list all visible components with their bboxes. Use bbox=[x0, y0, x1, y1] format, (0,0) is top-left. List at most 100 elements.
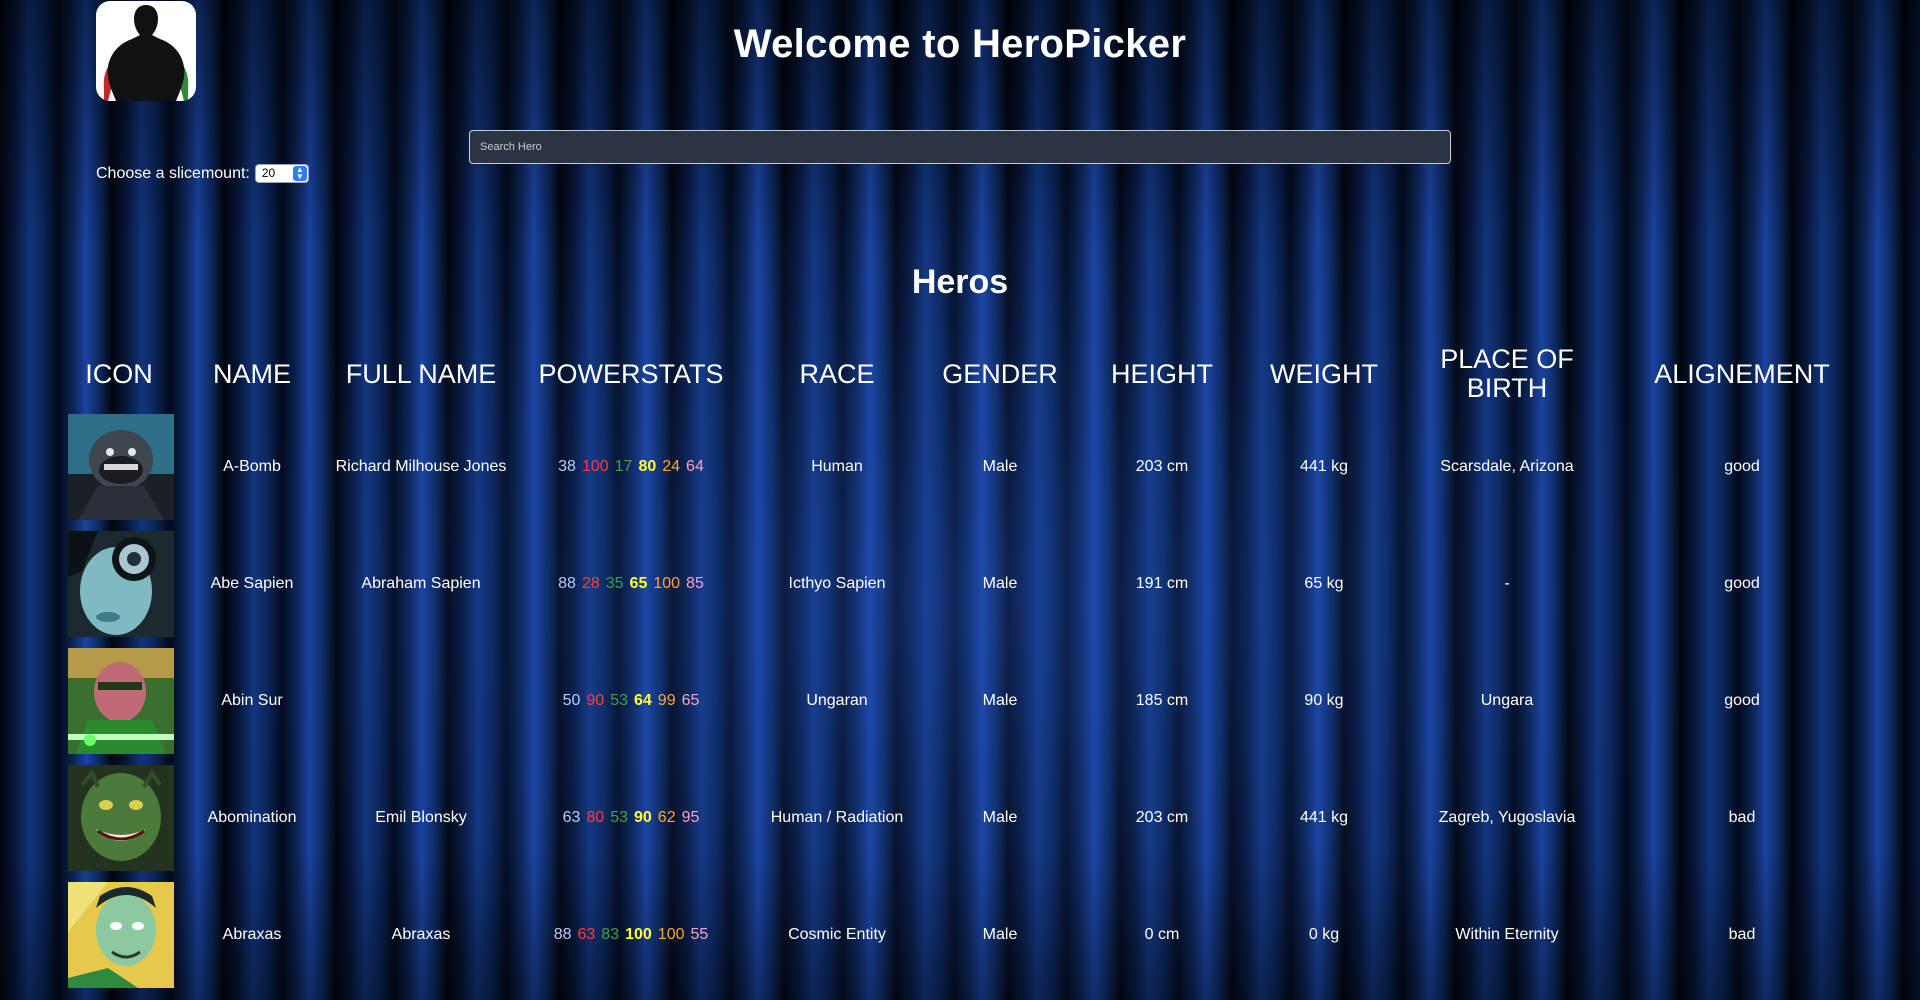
abin-sur-portrait-icon bbox=[68, 647, 174, 754]
column-header-full-name: FULL NAME bbox=[345, 358, 497, 389]
hero-powerstats: 88 63 83 100 100 55 bbox=[516, 876, 746, 993]
stat-combat: 64 bbox=[686, 457, 704, 475]
column-header-icon: ICON bbox=[85, 358, 153, 389]
hero-name: Abe Sapien bbox=[210, 574, 294, 592]
stat-combat: 85 bbox=[686, 574, 704, 592]
column-header-height: HEIGHT bbox=[1110, 358, 1213, 389]
hero-race: Cosmic Entity bbox=[788, 925, 886, 943]
hero-icon-cell bbox=[60, 525, 178, 642]
hero-weight: 441 kg bbox=[1299, 457, 1349, 475]
hero-place-of-birth: Within Eternity bbox=[1455, 925, 1559, 943]
table-row[interactable]: Abraxas Abraxas 88 63 83 100 100 55 Cosmic En… bbox=[60, 876, 1866, 993]
stat-combat: 65 bbox=[681, 691, 700, 709]
stat-intelligence: 50 bbox=[562, 691, 581, 709]
stat-combat: 55 bbox=[690, 925, 709, 943]
stat-speed: 53 bbox=[610, 691, 628, 709]
stat-intelligence: 38 bbox=[558, 457, 576, 475]
heroes-table: ICON NAME FULL NAME POWERSTATS RACE GEND… bbox=[60, 340, 1866, 993]
search-hero-input[interactable] bbox=[469, 130, 1451, 164]
hero-powerstats: 63 80 53 90 62 95 bbox=[516, 759, 746, 876]
hero-name: Abin Sur bbox=[221, 691, 283, 709]
stat-power: 62 bbox=[657, 808, 676, 826]
hero-alignment: good bbox=[1724, 691, 1760, 709]
hero-full-name bbox=[326, 642, 516, 759]
stat-strength: 28 bbox=[581, 574, 600, 592]
table-row[interactable]: Abe Sapien Abraham Sapien 88 28 35 65 100 85 … bbox=[60, 525, 1866, 642]
hero-alignment: bad bbox=[1728, 808, 1756, 826]
hero-gender: Male bbox=[982, 925, 1018, 943]
stat-speed: 53 bbox=[610, 808, 628, 826]
hero-icon-cell bbox=[60, 642, 178, 759]
hero-place-of-birth: Ungara bbox=[1480, 691, 1534, 709]
hero-place-of-birth: Scarsdale, Arizona bbox=[1440, 457, 1574, 475]
hero-name: A-Bomb bbox=[223, 457, 281, 475]
column-header-alignment: ALIGNEMENT bbox=[1654, 358, 1830, 389]
hero-gender: Male bbox=[982, 808, 1018, 826]
column-header-race: RACE bbox=[799, 358, 875, 389]
hero-race: Human bbox=[811, 457, 863, 475]
section-title: Heros bbox=[911, 263, 1009, 301]
hero-weight: 90 kg bbox=[1304, 691, 1344, 709]
column-header-gender: GENDER bbox=[942, 358, 1058, 389]
hero-height: 0 cm bbox=[1144, 925, 1180, 943]
hero-powerstats: 50 90 53 64 99 65 bbox=[516, 642, 746, 759]
hero-full-name: Emil Blonsky bbox=[375, 808, 467, 826]
table-row[interactable]: Abomination Emil Blonsky 63 80 53 90 62 95 Hu… bbox=[60, 759, 1866, 876]
hero-height: 203 cm bbox=[1135, 457, 1189, 475]
hero-icon-cell bbox=[60, 408, 178, 525]
hero-powerstats: 38 100 17 80 24 64 bbox=[516, 408, 746, 525]
stat-durability: 65 bbox=[629, 574, 648, 592]
abraxas-portrait-icon bbox=[68, 881, 174, 988]
abe-sapien-portrait-icon bbox=[68, 530, 174, 637]
a-bomb-portrait-icon bbox=[68, 413, 174, 520]
hero-powerstats: 88 28 35 65 100 85 bbox=[516, 525, 746, 642]
table-row[interactable]: Abin Sur 50 90 53 64 99 65 Ungaran Male 185 c… bbox=[60, 642, 1866, 759]
hero-place-of-birth: - bbox=[1504, 574, 1510, 592]
hero-gender: Male bbox=[982, 691, 1018, 709]
hero-height: 185 cm bbox=[1135, 691, 1189, 709]
stat-intelligence: 63 bbox=[562, 808, 581, 826]
slice-value: 20 bbox=[261, 166, 276, 180]
stat-durability: 80 bbox=[638, 457, 657, 475]
hero-race: Ungaran bbox=[806, 691, 868, 709]
slice-amount-select[interactable]: 20 ▲ ▼ bbox=[254, 164, 309, 183]
stat-speed: 17 bbox=[614, 457, 633, 475]
stat-intelligence: 88 bbox=[558, 574, 576, 592]
hero-weight: 441 kg bbox=[1299, 808, 1349, 826]
page-title: Welcome to HeroPicker bbox=[733, 22, 1187, 66]
stat-power: 100 bbox=[657, 925, 685, 943]
column-header-weight: WEIGHT bbox=[1270, 358, 1378, 389]
hero-gender: Male bbox=[982, 574, 1018, 592]
hero-full-name: Richard Milhouse Jones bbox=[335, 457, 507, 475]
hero-weight: 0 kg bbox=[1308, 925, 1340, 943]
hero-icon-cell bbox=[60, 876, 178, 993]
abomination-portrait-icon bbox=[68, 764, 174, 871]
stat-strength: 90 bbox=[586, 691, 605, 709]
column-header-place-of-birth: PLACE OF BIRTH bbox=[1440, 344, 1574, 403]
table-row[interactable]: A-Bomb Richard Milhouse Jones 38 100 17 80 2… bbox=[60, 408, 1866, 525]
hero-name: Abraxas bbox=[222, 925, 282, 943]
hero-race: Icthyo Sapien bbox=[788, 574, 886, 592]
hero-height: 191 cm bbox=[1135, 574, 1189, 592]
slice-label: Choose a slicemount: bbox=[96, 164, 250, 182]
hero-gender: Male bbox=[982, 457, 1018, 475]
stat-power: 100 bbox=[653, 574, 681, 592]
hero-full-name: Abraham Sapien bbox=[361, 574, 481, 592]
column-header-name: NAME bbox=[212, 358, 291, 389]
stat-combat: 95 bbox=[681, 808, 700, 826]
hero-alignment: good bbox=[1724, 574, 1760, 592]
hero-full-name: Abraxas bbox=[391, 925, 451, 943]
stat-durability: 90 bbox=[634, 808, 652, 826]
hero-alignment: bad bbox=[1728, 925, 1756, 943]
stat-durability: 100 bbox=[625, 925, 652, 943]
hero-weight: 65 kg bbox=[1304, 574, 1344, 592]
hero-place-of-birth: Zagreb, Yugoslavia bbox=[1438, 808, 1576, 826]
stat-power: 99 bbox=[657, 691, 676, 709]
stat-power: 24 bbox=[662, 457, 681, 475]
stepper-arrows-icon: ▲ ▼ bbox=[292, 166, 307, 181]
column-header-powerstats: POWERSTATS bbox=[538, 358, 724, 389]
stat-intelligence: 88 bbox=[553, 925, 572, 943]
stat-strength: 63 bbox=[577, 925, 596, 943]
slice-control: Choose a slicemount: 20 ▲ ▼ bbox=[96, 164, 309, 183]
heroes-table-body: A-Bomb Richard Milhouse Jones 38 100 17 80 2… bbox=[60, 408, 1866, 993]
